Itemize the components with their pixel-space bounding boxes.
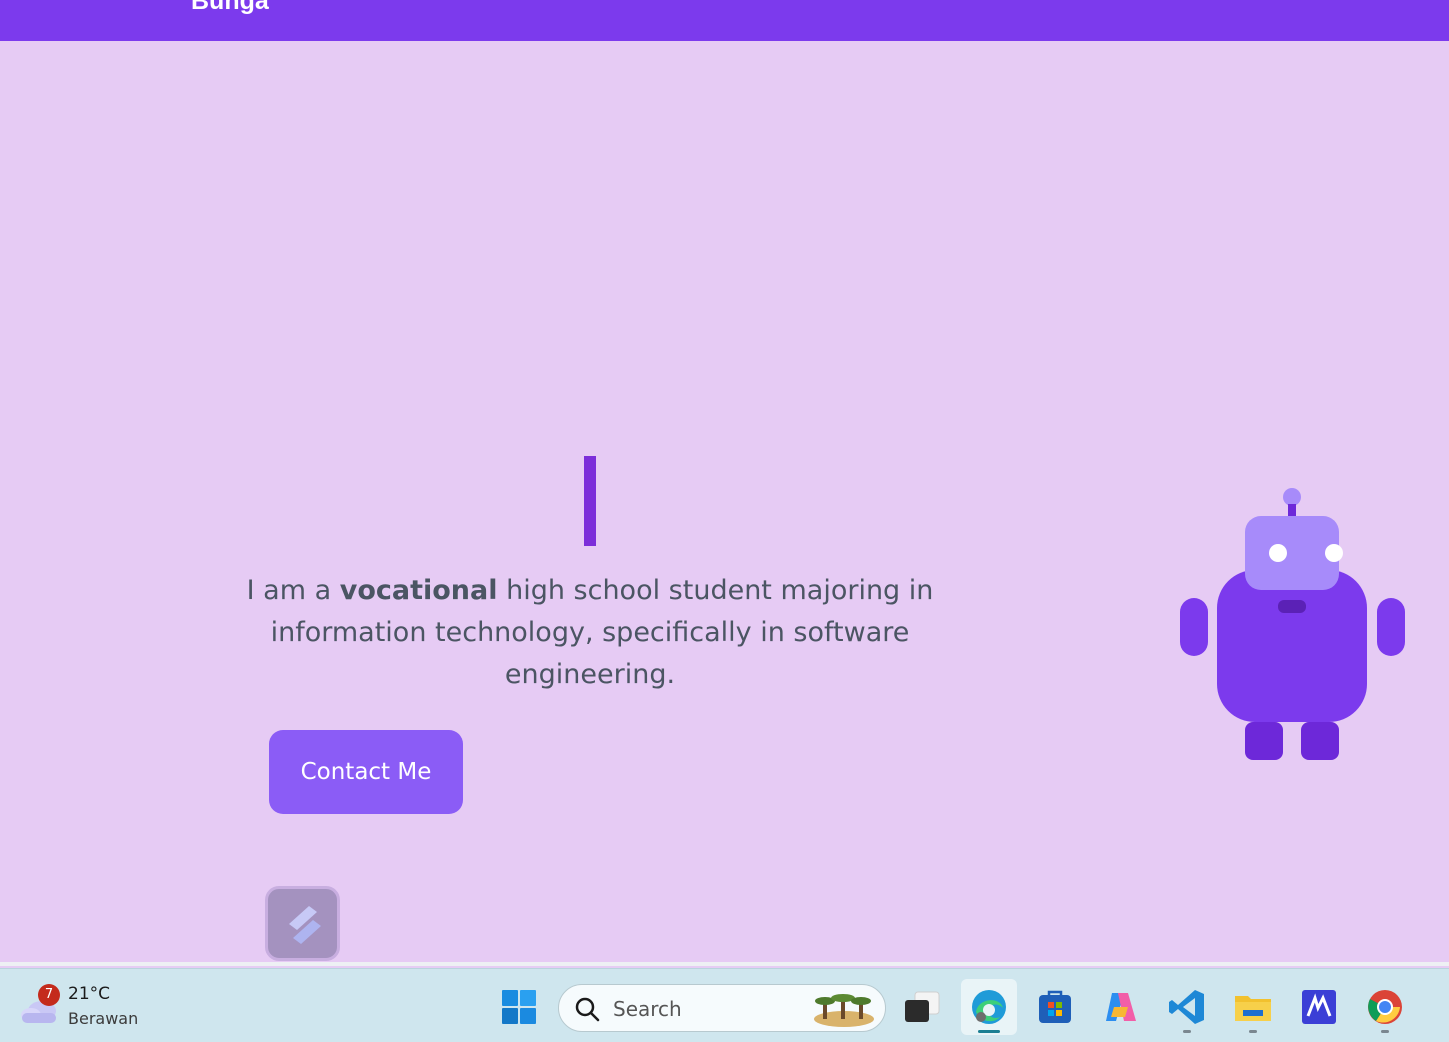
task-view-button[interactable] bbox=[894, 979, 950, 1035]
task-view-icon bbox=[905, 991, 940, 1022]
file-explorer-taskbar-button[interactable] bbox=[1225, 979, 1281, 1035]
robot-antenna-ball bbox=[1283, 488, 1301, 506]
chrome-running-indicator bbox=[1381, 1030, 1389, 1033]
edge-taskbar-button[interactable] bbox=[961, 979, 1017, 1035]
robot-left-arm bbox=[1180, 598, 1208, 656]
chrome-taskbar-button[interactable] bbox=[1357, 979, 1413, 1035]
bolt-icon bbox=[288, 905, 321, 944]
store-taskbar-button[interactable] bbox=[1027, 979, 1083, 1035]
robot-right-foot bbox=[1301, 722, 1339, 760]
copilot-taskbar-button[interactable] bbox=[1093, 979, 1149, 1035]
robot-head bbox=[1245, 516, 1339, 590]
m-app-icon bbox=[1302, 990, 1336, 1024]
vscode-taskbar-button[interactable] bbox=[1159, 979, 1215, 1035]
page-bottom-edge bbox=[0, 962, 1449, 966]
copilot-icon bbox=[1106, 993, 1136, 1021]
folder-icon bbox=[1235, 996, 1271, 1021]
robot-left-eye bbox=[1269, 544, 1287, 562]
weather-widget[interactable]: 7 21°C Berawan bbox=[18, 981, 178, 1031]
robot-left-foot bbox=[1245, 722, 1283, 760]
typing-cursor bbox=[584, 456, 596, 546]
search-highlight-illustration-icon bbox=[814, 994, 874, 1027]
contact-me-button[interactable]: Contact Me bbox=[269, 730, 463, 814]
chrome-icon bbox=[1368, 990, 1402, 1024]
edge-active-indicator bbox=[978, 1030, 1000, 1033]
windows-logo-icon bbox=[502, 990, 536, 1024]
navbar: Bunga bbox=[0, 0, 1449, 41]
weather-condition: Berawan bbox=[68, 1009, 139, 1028]
edge-icon bbox=[972, 990, 1006, 1024]
intro-bold-word: vocational bbox=[339, 575, 498, 606]
intro-prefix: I am a bbox=[246, 575, 340, 606]
weather-notification-badge: 7 bbox=[38, 984, 60, 1006]
vscode-running-indicator bbox=[1183, 1030, 1191, 1033]
taskbar: 7 21°C Berawan Search bbox=[0, 968, 1449, 1042]
robot-right-arm bbox=[1377, 598, 1405, 656]
explorer-running-indicator bbox=[1249, 1030, 1257, 1033]
robot-right-eye bbox=[1325, 544, 1343, 562]
robot-antenna bbox=[1288, 504, 1296, 516]
robot-illustration bbox=[1180, 488, 1405, 760]
taskbar-search[interactable]: Search bbox=[558, 984, 886, 1032]
robot-body bbox=[1217, 570, 1367, 722]
browser-viewport: Bunga I am a vocational high school stud… bbox=[0, 0, 1449, 966]
intro-text: I am a vocational high school student ma… bbox=[240, 570, 940, 696]
store-icon bbox=[1039, 990, 1071, 1023]
vscode-icon bbox=[1169, 990, 1204, 1024]
search-icon bbox=[575, 997, 600, 1022]
search-placeholder: Search bbox=[613, 997, 682, 1021]
floating-extension-button[interactable] bbox=[265, 886, 340, 961]
brand-logo-text[interactable]: Bunga bbox=[191, 0, 269, 16]
start-button[interactable] bbox=[491, 979, 547, 1035]
robot-mouth bbox=[1278, 600, 1306, 613]
m-app-taskbar-button[interactable] bbox=[1291, 979, 1347, 1035]
weather-temperature: 21°C bbox=[68, 984, 111, 1004]
